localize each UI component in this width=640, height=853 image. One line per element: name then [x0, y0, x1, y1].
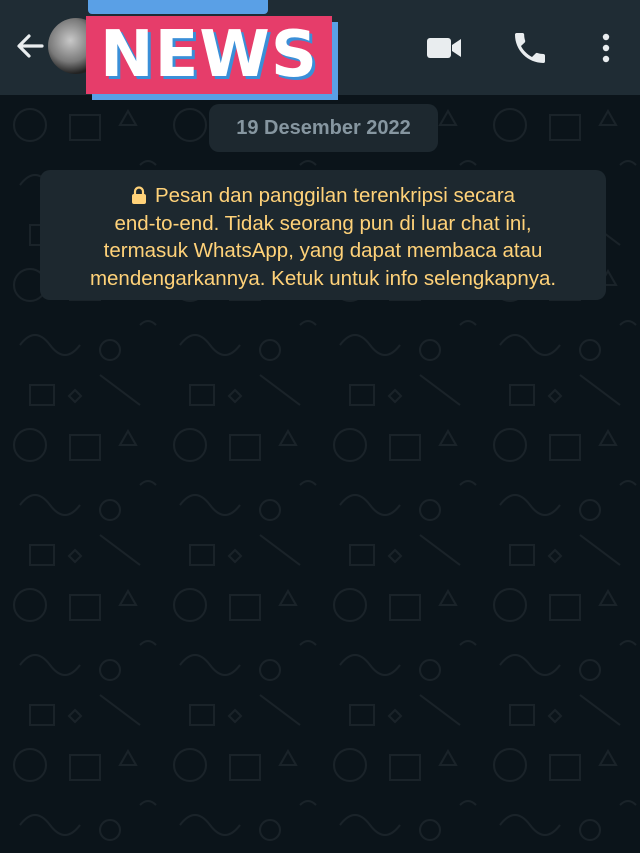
date-label: 19 Desember 2022	[236, 116, 411, 139]
date-separator: 19 Desember 2022	[209, 104, 438, 152]
notice-line-4: mendengarkannya. Ketuk untuk info seleng…	[89, 266, 557, 290]
sticker-top-band	[88, 0, 268, 14]
notice-line-1: Pesan dan panggilan terenkripsi secara	[58, 182, 588, 210]
back-button[interactable]	[12, 28, 48, 64]
sticker-news-box: NEWS	[86, 16, 332, 94]
lock-icon	[131, 186, 146, 204]
sticker-news-text: NEWS	[100, 18, 318, 92]
notice-line-2: end-to-end. Tidak seorang pun di luar ch…	[114, 211, 532, 235]
contact-name-sticker[interactable]: NEWS	[76, 0, 346, 98]
chat-header: NEWS	[0, 0, 640, 95]
arrow-left-icon	[17, 34, 44, 58]
notice-text-1: Pesan dan panggilan terenkripsi secara	[154, 184, 516, 207]
encryption-notice[interactable]: Pesan dan panggilan terenkripsi secara e…	[40, 170, 606, 300]
video-call-button[interactable]	[424, 28, 464, 68]
voice-call-button[interactable]	[510, 28, 550, 68]
phone-icon	[515, 33, 545, 63]
more-vertical-icon	[602, 33, 610, 63]
more-options-button[interactable]	[586, 28, 626, 68]
video-camera-icon	[427, 38, 461, 58]
notice-line-3: termasuk WhatsApp, yang dapat membaca at…	[103, 239, 543, 262]
